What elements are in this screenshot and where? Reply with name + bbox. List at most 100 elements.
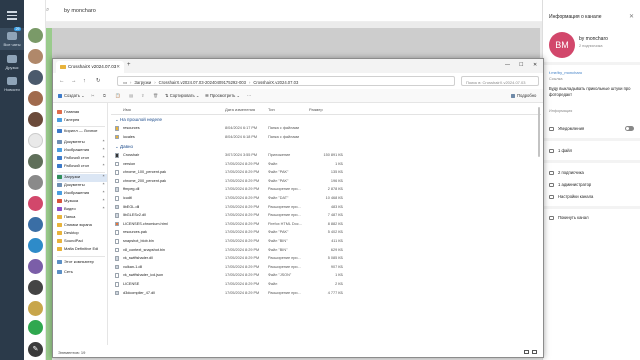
chat-avatar[interactable] [28, 217, 43, 232]
breadcrumb-item[interactable]: CrosshairX.v2024.07.03-20240409175292-00… [159, 80, 246, 85]
minimize-icon[interactable]: — [505, 62, 510, 68]
breadcrumb-item[interactable]: CrosshairX.v2024.07.03 [253, 80, 298, 85]
file-row[interactable]: resources.pak 17/05/2024 8:29 PM Файл "PAK… [111, 228, 351, 237]
file-row[interactable]: vk_swiftshader_icd.json 17/05/2024 8:29 P… [111, 271, 351, 280]
file-row[interactable]: libGLESv2.dll 17/05/2024 8:29 PM Расширени… [111, 211, 351, 220]
file-row[interactable]: libEGL.dll 17/05/2024 8:29 PM Расширение п… [111, 203, 351, 212]
file-row[interactable]: locales 8/04/2024 6:18 PM Папка с файлами [111, 133, 351, 142]
chat-avatar[interactable] [28, 49, 43, 64]
folder-news[interactable]: Новости [0, 74, 24, 94]
folder-friends[interactable]: Друзья [0, 52, 24, 72]
nav-item[interactable]: Изображения ✶ [57, 190, 107, 198]
nav-item[interactable]: Музыка ✶ [57, 198, 107, 206]
address-bar[interactable]: ▭ › Загрузки › CrosshairX.v2024.07.03-202404… [117, 76, 455, 86]
settings-row[interactable]: Настройки канала [549, 194, 635, 199]
refresh-icon[interactable]: ↻ [96, 78, 101, 84]
chat-avatar[interactable] [28, 238, 43, 253]
chat-avatar[interactable] [28, 301, 43, 316]
tiles-view-icon[interactable] [532, 350, 537, 354]
column-header-name[interactable]: Имя [123, 107, 131, 112]
column-header-size[interactable]: Размер [309, 107, 323, 112]
copy-icon[interactable]: ⧉ [103, 93, 106, 98]
file-row[interactable]: icudtl 17/05/2024 8:29 PM Файл "DAT" 10 468… [111, 194, 351, 203]
chat-avatar[interactable] [28, 175, 43, 190]
channel-link[interactable]: t.me/by_moncharo [549, 70, 635, 75]
chat-avatar[interactable] [28, 133, 43, 148]
delete-icon[interactable]: 🗑 [153, 93, 158, 99]
files-row[interactable]: 1 файл [549, 148, 635, 153]
group-header-earlier[interactable]: ⌄ Давно [115, 144, 133, 150]
chat-title[interactable]: by moncharo [64, 8, 96, 14]
nav-item[interactable]: Desktop [57, 230, 107, 238]
file-row[interactable]: chrome_200_percent.pak 17/05/2024 8:29 PM… [111, 177, 351, 186]
details-view-icon[interactable] [524, 350, 529, 354]
search-icon[interactable]: ⌕ [46, 7, 49, 14]
nav-item[interactable]: Рабочий стол ✶ [57, 155, 107, 163]
hamburger-menu-icon[interactable] [7, 11, 17, 20]
file-row[interactable]: v8_context_snapshot.bin 17/05/2024 8:29 P… [111, 246, 351, 255]
breadcrumb-item[interactable]: Загрузки [134, 80, 151, 85]
view-button[interactable]: ☰ Просмотреть ⌄ [205, 93, 240, 98]
file-row[interactable]: ffmpeg.dll 17/05/2024 8:29 PM Расширение п… [111, 185, 351, 194]
nav-item[interactable]: Загрузки ✶ [57, 174, 107, 182]
up-arrow-icon[interactable]: ↑ [83, 78, 86, 84]
scrollbar[interactable] [538, 107, 540, 157]
nav-item[interactable]: Главная [57, 109, 107, 117]
nav-item[interactable]: Снимки экрана [57, 222, 107, 230]
chat-avatar[interactable] [28, 91, 43, 106]
sort-button[interactable]: ⇅ Сортировать ⌄ [165, 93, 199, 98]
search-input[interactable]: Поиск в: CrosshairX.v2024.07.03 [461, 76, 539, 86]
file-row[interactable]: snapshot_blob.bin 17/05/2024 8:29 PM Файл … [111, 237, 351, 246]
nav-item[interactable]: Рабочий стол ✶ [57, 163, 107, 171]
compose-pencil-icon[interactable]: ✎ [28, 342, 43, 357]
chat-avatar[interactable] [28, 112, 43, 127]
nav-item[interactable]: Документы ✶ [57, 139, 107, 147]
file-row[interactable]: d3dcompiler_47.dll 17/05/2024 8:29 PM Расш… [111, 289, 351, 298]
folder-all-chats[interactable]: 29 Все чаты [0, 27, 24, 50]
view-switcher[interactable] [521, 350, 537, 355]
leave-row[interactable]: Покинуть канал [549, 215, 635, 220]
file-row[interactable]: vulkan-1.dll 17/05/2024 8:29 PM Расширение… [111, 263, 351, 272]
details-button[interactable]: Подробно [511, 93, 536, 98]
column-header-type[interactable]: Тип [268, 107, 275, 112]
create-button[interactable]: Создать ⌄ [58, 93, 85, 98]
maximize-icon[interactable]: ☐ [519, 62, 523, 68]
file-row[interactable]: vk_swiftshader.dll 17/05/2024 8:29 PM Расш… [111, 254, 351, 263]
group-header-last-week[interactable]: ⌄ На прошлой неделе [115, 117, 162, 123]
back-arrow-icon[interactable]: ← [59, 78, 65, 84]
nav-item[interactable]: Изображения ✶ [57, 147, 107, 155]
nav-item[interactable]: Папка [57, 214, 107, 222]
nav-item[interactable]: Mafia Definitive Edi [57, 246, 107, 254]
chat-avatar[interactable] [28, 28, 43, 43]
nav-item[interactable]: Документы ✶ [57, 182, 107, 190]
nav-item[interactable]: Галерея [57, 117, 107, 125]
chat-avatar[interactable] [28, 320, 43, 335]
nav-item[interactable]: Сеть [57, 269, 107, 277]
close-icon[interactable]: ✕ [629, 13, 634, 20]
file-row[interactable]: LICENSES.chromium.html 17/05/2024 8:29 PM… [111, 220, 351, 229]
file-row[interactable]: chrome_100_percent.pak 17/05/2024 8:29 PM… [111, 168, 351, 177]
chat-avatar[interactable] [28, 259, 43, 274]
cut-icon[interactable]: ✂ [91, 93, 95, 98]
chat-avatar[interactable] [28, 70, 43, 85]
file-row[interactable]: LICENSE 17/05/2024 8:29 PM Файл 2 КБ [111, 280, 351, 289]
column-header-date[interactable]: Дата изменения [225, 107, 255, 112]
file-row[interactable]: resources 8/04/2024 6:17 PM Папка с файлам… [111, 124, 351, 133]
new-tab-icon[interactable]: + [127, 62, 131, 68]
share-icon[interactable]: ⇪ [141, 93, 145, 98]
file-row[interactable]: version 17/05/2024 8:29 PM Файл 1 КБ [111, 160, 351, 169]
link-text[interactable]: t.me/by_moncharo [549, 70, 582, 75]
nav-item[interactable]: Видео ✶ [57, 206, 107, 214]
notifications-row[interactable]: Уведомления [549, 126, 635, 131]
file-row[interactable]: Crosshair 3/07/2024 3:55 PM Приложение 150 … [111, 151, 351, 160]
nav-item[interactable]: Этот компьютер [57, 259, 107, 267]
chat-avatar[interactable] [28, 280, 43, 295]
chat-avatar[interactable] [28, 196, 43, 211]
nav-item[interactable]: SoundPad [57, 238, 107, 246]
forward-arrow-icon[interactable]: → [71, 78, 77, 84]
nav-item[interactable]: Кирилл — Личное [57, 128, 107, 136]
more-icon[interactable]: ··· [247, 93, 251, 98]
members-row[interactable]: 2 подписчика [549, 170, 635, 175]
chat-avatar[interactable] [28, 154, 43, 169]
explorer-tab[interactable]: CrosshairX v2024.07.03 ✕ [56, 61, 124, 73]
